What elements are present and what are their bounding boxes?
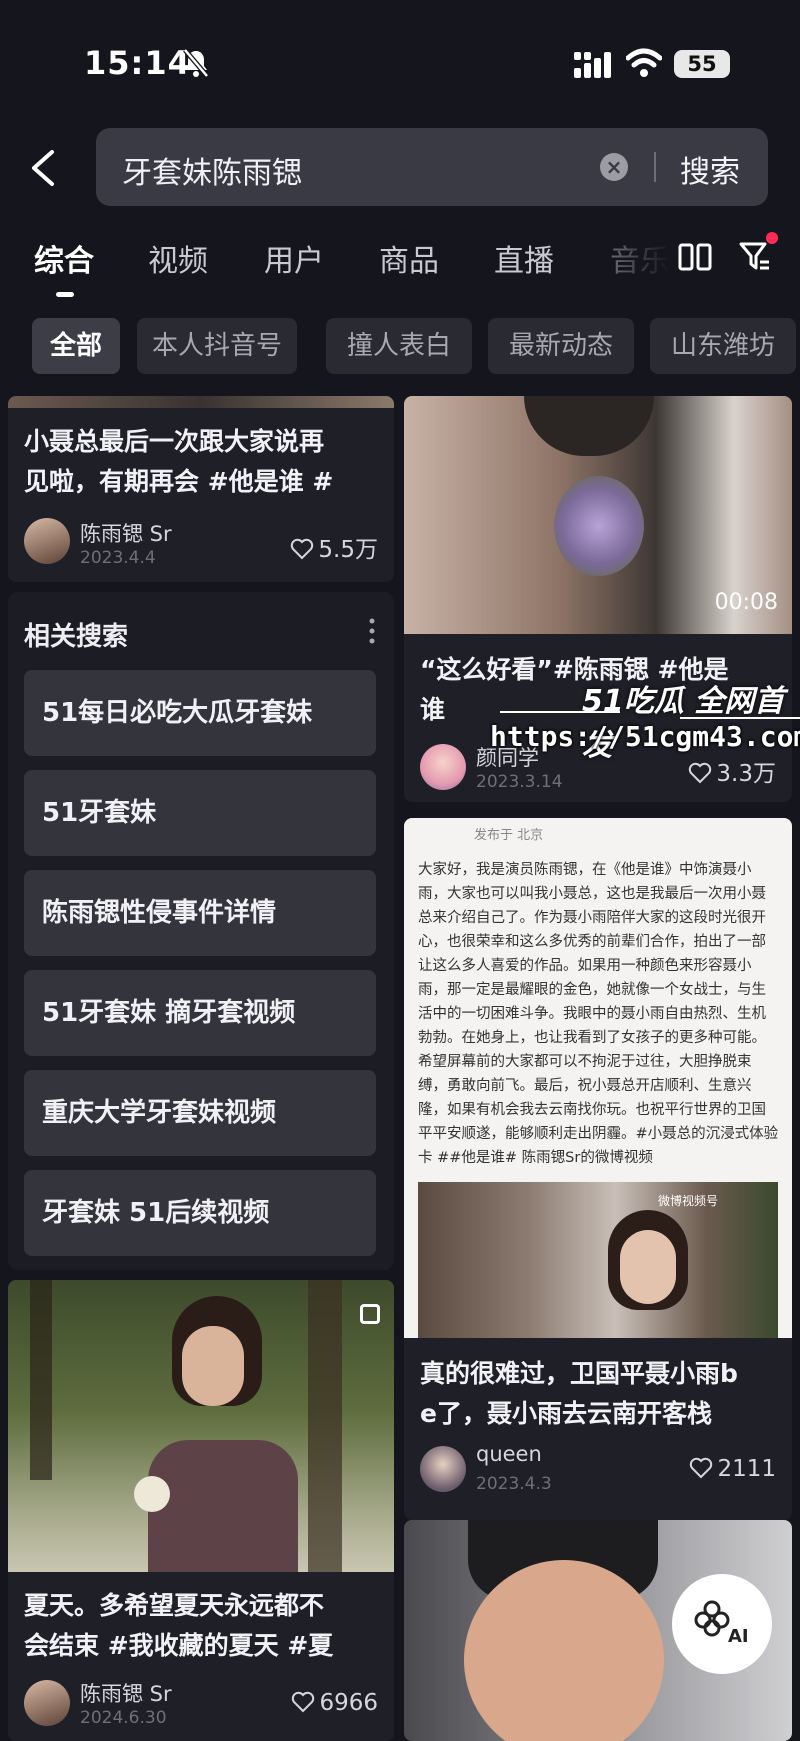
tab-live[interactable]: 直播: [494, 236, 554, 280]
video-badge: 微博视频号: [658, 1194, 719, 1208]
chip-account[interactable]: 本人抖音号: [137, 318, 297, 374]
filter-icon[interactable]: [738, 240, 772, 274]
back-arrow-icon[interactable]: [26, 148, 62, 188]
notification-dot: [766, 232, 778, 244]
post-date: 2023.4.3: [476, 1474, 552, 1494]
like-count-value: 3.3万: [716, 761, 776, 787]
more-icon[interactable]: [368, 616, 376, 646]
flower-icon: [694, 1600, 730, 1637]
like-count: 6966: [291, 1690, 378, 1716]
post-date: 2024.6.30: [80, 1708, 167, 1728]
related-search-item[interactable]: 重庆大学牙套妹视频: [24, 1070, 376, 1156]
battery-icon: 55: [674, 50, 730, 78]
video-card[interactable]: 夏天。多希望夏天永远都不 会结束 #我收藏的夏天 #夏 陈雨锶 Sr 2024.…: [8, 1280, 394, 1741]
avatar[interactable]: [24, 518, 70, 564]
clear-icon[interactable]: ×: [600, 153, 628, 181]
video-duration: 00:08: [714, 590, 778, 615]
post-body: 大家好，我是演员陈雨锶，在《他是谁》中饰演聂小雨，大家也可以叫我小聂总，这也是我…: [418, 862, 779, 1166]
tab-video[interactable]: 视频: [148, 236, 208, 280]
heart-icon: [292, 1691, 315, 1713]
post-location: 发布于 北京: [474, 828, 544, 843]
divider: [654, 152, 656, 182]
search-bar[interactable]: 牙套妹陈雨锶 × 搜索: [96, 128, 768, 206]
author-name[interactable]: 陈雨锶 Sr: [80, 1678, 172, 1708]
related-search-item[interactable]: 51牙套妹 摘牙套视频: [24, 970, 376, 1056]
avatar[interactable]: [420, 744, 466, 790]
post-screenshot: 发布于 北京 大家好，我是演员陈雨锶，在《他是谁》中饰演聂小雨，大家也可以叫我小…: [404, 818, 792, 1338]
chip-confession[interactable]: 撞人表白: [326, 318, 472, 374]
chip-all[interactable]: 全部: [32, 318, 120, 374]
like-count: 5.5万: [290, 530, 378, 564]
related-search-item[interactable]: 陈雨锶性侵事件详情: [24, 870, 376, 956]
video-preview: 微博视频号: [418, 1182, 778, 1338]
video-card[interactable]: 小聂总最后一次跟大家说再 见啦，有期再会 #他是谁 # 陈雨锶 Sr 2023.…: [8, 396, 394, 582]
card-footer: queen 2023.4.3 2111: [404, 1440, 792, 1520]
chip-location[interactable]: 山东潍坊: [650, 318, 796, 374]
heart-icon: [690, 1457, 713, 1479]
search-input[interactable]: 牙套妹陈雨锶: [122, 148, 302, 192]
related-title: 相关搜索: [24, 622, 129, 652]
active-tab-indicator: [56, 292, 74, 297]
card-caption: 谁: [420, 695, 446, 724]
like-count-value: 5.5万: [318, 537, 378, 563]
card-caption: 见啦，有期再会 #他是谁 #: [24, 467, 334, 496]
tab-users[interactable]: 用户: [264, 236, 324, 280]
image-card[interactable]: 发布于 北京 大家好，我是演员陈雨锶，在《他是谁》中饰演聂小雨，大家也可以叫我小…: [404, 818, 792, 1470]
related-search-item[interactable]: 51每日必吃大瓜牙套妹: [24, 670, 376, 756]
avatar[interactable]: [420, 1446, 466, 1492]
tab-general[interactable]: 综合: [34, 236, 94, 280]
watermark-url: https://51cgm43.com: [490, 720, 800, 753]
tab-fade: [600, 236, 670, 286]
thumbnail-strip: [8, 396, 394, 408]
card-caption: 会结束 #我收藏的夏天 #夏: [24, 1631, 334, 1660]
book-icon[interactable]: [678, 242, 712, 272]
ai-assistant-button[interactable]: AI: [672, 1574, 772, 1674]
author-name[interactable]: queen: [476, 1442, 542, 1466]
card-caption: 小聂总最后一次跟大家说再: [24, 427, 325, 456]
signal-icon: [574, 52, 611, 78]
wifi-icon: [626, 48, 662, 77]
author-name[interactable]: 陈雨锶 Sr: [80, 518, 172, 548]
status-time: 15:14: [84, 44, 191, 82]
multi-image-icon: [360, 1304, 380, 1324]
search-button[interactable]: 搜索: [680, 147, 740, 191]
related-searches-panel: 相关搜索 51每日必吃大瓜牙套妹 51牙套妹 陈雨锶性侵事件详情 51牙套妹 摘…: [8, 592, 394, 1270]
like-count-value: 2111: [717, 1456, 776, 1482]
card-caption: 夏天。多希望夏天永远都不: [24, 1591, 325, 1620]
like-count-value: 6966: [319, 1690, 378, 1716]
avatar[interactable]: [24, 1680, 70, 1726]
like-count: 2111: [689, 1456, 776, 1482]
card-caption: 真的很难过，卫国平聂小雨b: [420, 1359, 738, 1388]
card-caption: e了，聂小雨去云南开客栈: [420, 1399, 712, 1428]
status-bar: 15:14 55: [0, 0, 800, 120]
chip-latest[interactable]: 最新动态: [488, 318, 634, 374]
heart-icon: [689, 762, 712, 784]
related-search-item[interactable]: 牙套妹 51后续视频: [24, 1170, 376, 1256]
video-thumbnail: [8, 1280, 394, 1572]
ai-label: AI: [728, 1626, 749, 1647]
filter-chips: 全部 本人抖音号 撞人表白 最新动态 山东潍坊: [0, 318, 800, 376]
post-date: 2023.4.4: [80, 548, 156, 568]
post-date: 2023.3.14: [476, 772, 563, 792]
related-search-item[interactable]: 51牙套妹: [24, 770, 376, 856]
bell-muted-icon: [183, 48, 209, 78]
tab-products[interactable]: 商品: [379, 236, 439, 280]
heart-icon: [291, 538, 314, 560]
